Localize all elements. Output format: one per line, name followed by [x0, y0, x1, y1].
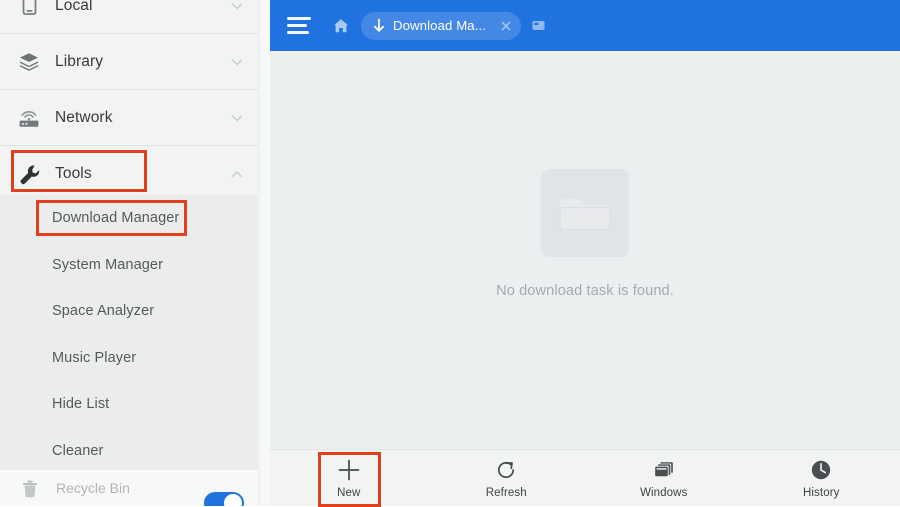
new-button-label: New	[337, 487, 360, 499]
history-button-label: History	[803, 487, 839, 499]
recycle-bin-toggle[interactable]	[204, 492, 244, 506]
device-icon	[14, 0, 44, 18]
submenu-item-label: System Manager	[52, 257, 163, 273]
clock-icon	[809, 458, 833, 482]
sidebar-item-library[interactable]: Library	[0, 34, 258, 90]
layers-icon	[14, 50, 44, 74]
trash-icon	[18, 477, 42, 499]
submenu-item-label: Space Analyzer	[52, 303, 154, 319]
file-manager-app: Local Library	[0, 0, 900, 506]
sidebar-scrollbar[interactable]	[259, 0, 270, 506]
refresh-button-label: Refresh	[486, 487, 527, 499]
download-arrow-icon	[371, 18, 386, 34]
content-area: No download task is found.	[270, 51, 900, 449]
empty-state-message: No download task is found.	[496, 283, 674, 299]
refresh-icon	[494, 458, 518, 482]
chevron-down-icon[interactable]	[229, 110, 245, 126]
submenu-item-label: Hide List	[52, 396, 109, 412]
empty-state: No download task is found.	[496, 169, 674, 299]
new-tab-icon[interactable]	[530, 18, 546, 34]
refresh-button[interactable]: Refresh	[428, 450, 586, 506]
history-button[interactable]: History	[743, 450, 900, 506]
submenu-item-space-analyzer[interactable]: Space Analyzer	[0, 288, 258, 335]
new-button[interactable]: New	[270, 450, 428, 506]
chevron-down-icon[interactable]	[229, 54, 245, 70]
sidebar-bottom-row[interactable]: Recycle Bin	[0, 470, 258, 506]
sidebar-item-label: Network	[55, 109, 113, 127]
toggle-knob	[224, 494, 242, 506]
plus-icon	[336, 458, 362, 482]
windows-button-label: Windows	[640, 487, 687, 499]
sidebar-item-label: Library	[55, 53, 103, 71]
submenu-item-hide-list[interactable]: Hide List	[0, 381, 258, 428]
tab-title: Download Ma...	[393, 18, 486, 33]
top-bar: Download Ma...	[270, 0, 900, 51]
windows-stack-icon	[651, 458, 677, 482]
submenu-item-label: Music Player	[52, 350, 136, 366]
close-icon[interactable]	[497, 17, 515, 35]
submenu-item-label: Download Manager	[52, 210, 179, 226]
chevron-down-icon[interactable]	[229, 0, 245, 14]
submenu-item-cleaner[interactable]: Cleaner	[0, 428, 258, 475]
hamburger-menu-icon[interactable]	[287, 16, 313, 36]
submenu-item-music-player[interactable]: Music Player	[0, 335, 258, 382]
submenu-item-download-manager[interactable]: Download Manager	[0, 195, 258, 242]
main-panel: Download Ma...	[270, 0, 900, 506]
folder-icon	[541, 169, 629, 257]
sidebar-bottom-label: Recycle Bin	[56, 480, 130, 496]
sidebar-item-network[interactable]: Network	[0, 90, 258, 146]
sidebar-item-tools[interactable]: Tools	[0, 146, 258, 202]
submenu-item-system-manager[interactable]: System Manager	[0, 242, 258, 289]
tab-download-manager[interactable]: Download Ma...	[361, 12, 521, 40]
sidebar-item-label: Local	[55, 0, 93, 15]
wrench-icon	[14, 162, 44, 186]
windows-button[interactable]: Windows	[585, 450, 743, 506]
sidebar-item-local[interactable]: Local	[0, 0, 258, 34]
submenu-item-label: Cleaner	[52, 443, 103, 459]
bottom-toolbar: New Refresh	[270, 449, 900, 506]
sidebar-item-label: Tools	[55, 165, 92, 183]
chevron-up-icon[interactable]	[229, 166, 245, 182]
home-icon[interactable]	[331, 16, 351, 36]
sidebar: Local Library	[0, 0, 270, 506]
tools-submenu: Download Manager System Manager Space An…	[0, 195, 258, 470]
router-icon	[14, 106, 44, 130]
